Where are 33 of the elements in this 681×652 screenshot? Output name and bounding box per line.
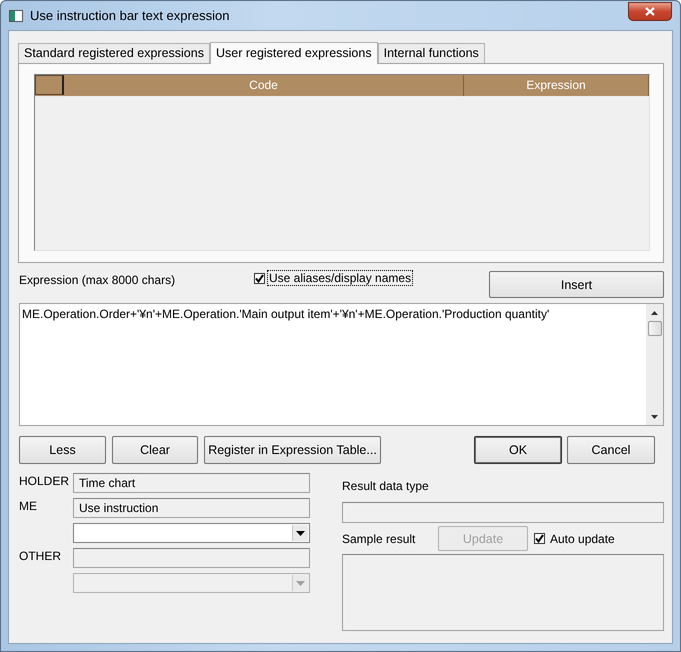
holder-label: HOLDER: [19, 474, 70, 490]
me-field: Use instruction: [73, 498, 310, 518]
expression-field[interactable]: ME.Operation.Order+'¥n'+ME.Operation.'Main output item'+'¥n'+ME.Operation.'Production quantity': [19, 303, 664, 426]
checkbox[interactable]: [534, 533, 545, 544]
scrollbar-thumb[interactable]: [648, 321, 662, 336]
action-button[interactable]: Register in Expression Table...: [204, 436, 381, 464]
checkbox[interactable]: [254, 272, 265, 284]
window-icon: [9, 10, 23, 22]
dialog-button[interactable]: Cancel: [567, 436, 655, 464]
me-label: ME: [19, 499, 38, 515]
dropdown-field[interactable]: [73, 523, 310, 543]
action-button[interactable]: Less: [19, 436, 106, 464]
tab[interactable]: User registered expressions: [210, 42, 378, 64]
close-button[interactable]: [628, 2, 672, 20]
action-button[interactable]: Clear: [112, 436, 198, 464]
other-label: OTHER: [19, 549, 62, 565]
sample-result-label: Sample result: [342, 532, 416, 546]
holder-field: Time chart: [73, 473, 310, 493]
scrollbar[interactable]: [646, 304, 663, 425]
window-title: Use instruction bar text expression: [30, 8, 230, 23]
dialog-button[interactable]: OK: [474, 436, 562, 464]
checkbox-label: Auto update: [550, 532, 615, 546]
tab[interactable]: Standard registered expressions: [18, 43, 210, 63]
column-header: Expression: [464, 75, 649, 96]
checkbox-label[interactable]: Use aliases/display names: [268, 271, 412, 285]
header-corner-cell: [35, 75, 64, 95]
column-header: Code: [64, 75, 464, 96]
expression-label: Expression (max 8000 chars): [19, 273, 176, 287]
insert-button[interactable]: Insert: [489, 271, 664, 298]
close-icon: [645, 6, 655, 16]
tab[interactable]: Internal functions: [378, 43, 485, 63]
expression-text: ME.Operation.Order+'¥n'+ME.Operation.'Main output item'+'¥n'+ME.Operation.'Production quantity': [21, 306, 550, 323]
result-type-label: Result data type: [342, 479, 430, 493]
